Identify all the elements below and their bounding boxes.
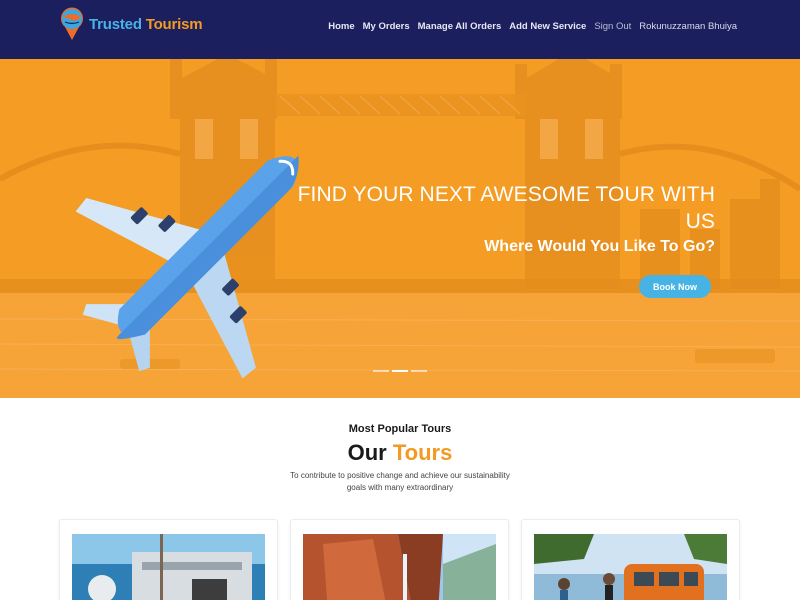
hero-subtitle: Where Would You Like To Go? [484, 238, 715, 255]
map-pin-globe-icon [61, 7, 83, 40]
nav-manage-all-orders[interactable]: Manage All Orders [418, 21, 502, 32]
section-eyebrow: Most Popular Tours [348, 423, 452, 435]
tour-image-canyon [303, 534, 496, 600]
carousel-indicator[interactable] [373, 370, 389, 372]
brand-name: Trusted Tourism [89, 15, 203, 33]
hero-title: FIND YOUR NEXT AWESOME TOUR WITH US [297, 183, 715, 233]
book-now-button[interactable]: Book Now [639, 275, 711, 298]
tour-card[interactable] [59, 519, 278, 600]
tour-card[interactable] [521, 519, 740, 600]
nav-add-new-service[interactable]: Add New Service [509, 21, 586, 32]
tour-card[interactable] [290, 519, 509, 600]
nav-sign-out[interactable]: Sign Out [594, 21, 631, 32]
hero-banner: FIND YOUR NEXT AWESOME TOUR WITH US Wher… [0, 59, 800, 398]
tour-image-van [534, 534, 727, 600]
main-nav: Home My Orders Manage All Orders Add New… [328, 21, 737, 32]
nav-my-orders[interactable]: My Orders [363, 21, 410, 32]
carousel-indicators [373, 370, 427, 372]
carousel-indicator[interactable] [411, 370, 427, 372]
tour-image-boat [72, 534, 265, 600]
nav-home[interactable]: Home [328, 21, 354, 32]
nav-user-name[interactable]: Rokunuzzaman Bhuiya [639, 21, 737, 32]
brand-logo[interactable]: Trusted Tourism [59, 7, 203, 41]
section-description: To contribute to positive change and ach… [290, 471, 510, 492]
section-title: Our Tours [347, 440, 453, 465]
carousel-indicator-active[interactable] [392, 370, 408, 372]
navbar: Trusted Tourism Home My Orders Manage Al… [0, 0, 800, 59]
